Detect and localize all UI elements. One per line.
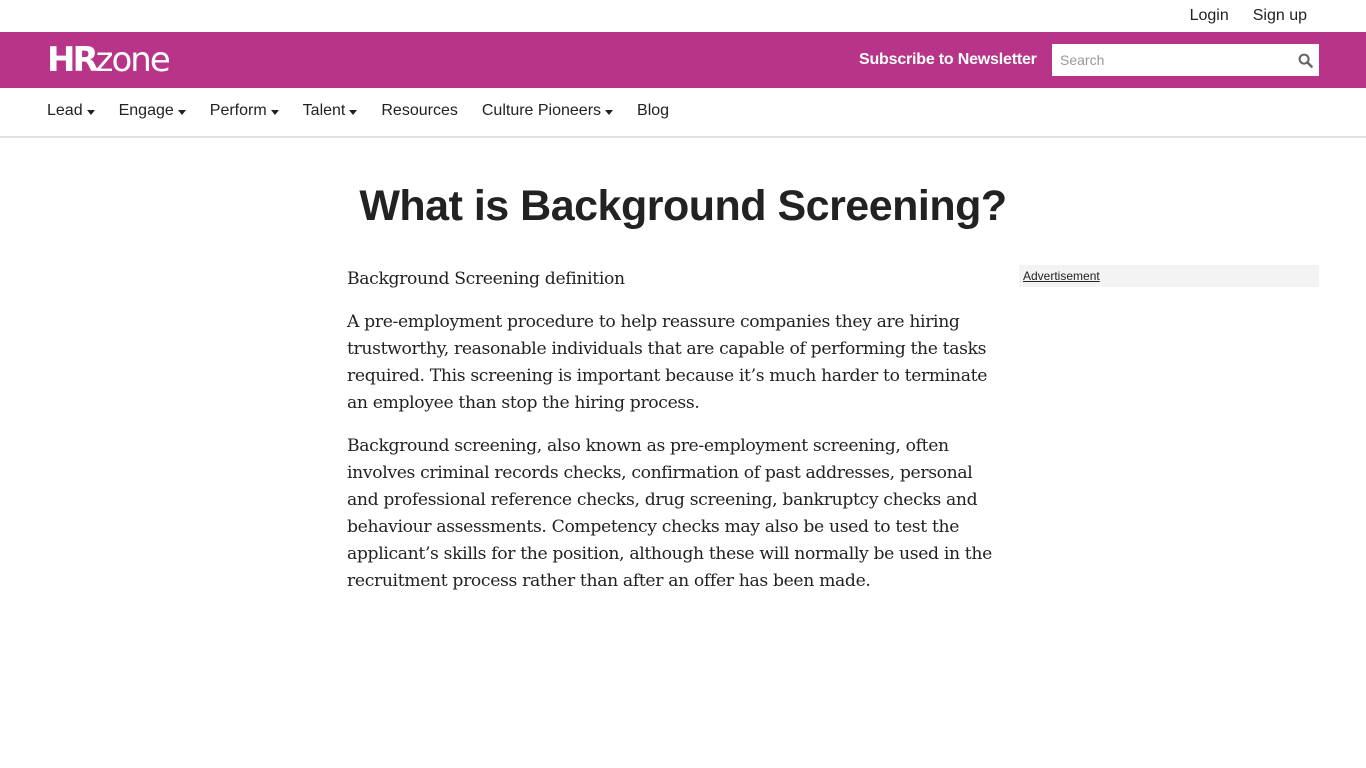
- account-links: Login Sign up: [1190, 7, 1307, 25]
- top-utility-bar: Login Sign up: [0, 0, 1366, 32]
- nav-item-perform[interactable]: Perform: [210, 102, 279, 120]
- search-icon[interactable]: [1291, 44, 1319, 76]
- nav-label: Lead: [47, 102, 83, 119]
- article-paragraph: Background screening, also known as pre-…: [347, 436, 992, 591]
- caret-down-icon: [86, 109, 95, 115]
- nav-item-blog[interactable]: Blog: [637, 102, 669, 120]
- advertisement-label[interactable]: Advertisement: [1023, 269, 1100, 283]
- login-link[interactable]: Login: [1190, 7, 1229, 25]
- nav-item-lead[interactable]: Lead: [47, 102, 95, 120]
- nav-item-resources[interactable]: Resources: [381, 102, 457, 120]
- caret-down-icon: [270, 109, 279, 115]
- main-navigation: Lead Engage Perform Talent Resources Cul…: [0, 88, 1366, 138]
- search-input[interactable]: [1052, 44, 1291, 76]
- caret-down-icon: [605, 109, 614, 115]
- nav-item-culture-pioneers[interactable]: Culture Pioneers: [481, 102, 614, 120]
- caret-down-icon: [349, 109, 358, 115]
- article-body: Background Screening definition A pre-em…: [347, 266, 1007, 611]
- logo-hr: HR: [47, 40, 99, 80]
- search-box: [1052, 44, 1319, 76]
- nav-label: Culture Pioneers: [481, 102, 602, 119]
- caret-down-icon: [177, 109, 186, 115]
- logo-zone: zone: [95, 40, 171, 80]
- nav-label: Engage: [118, 102, 174, 119]
- hrzone-logo[interactable]: HRzone: [47, 40, 171, 80]
- article-paragraph: A pre-employment procedure to help reass…: [347, 312, 988, 413]
- nav-item-talent[interactable]: Talent: [303, 102, 358, 120]
- signup-link[interactable]: Sign up: [1253, 7, 1307, 25]
- nav-label: Perform: [209, 102, 267, 119]
- brand-header: HRzone Subscribe to Newsletter: [0, 32, 1366, 88]
- nav-label: Resources: [381, 102, 458, 119]
- subscribe-newsletter-link[interactable]: Subscribe to Newsletter: [859, 51, 1037, 69]
- nav-label: Blog: [637, 102, 670, 119]
- article-subtitle: Background Screening definition: [347, 269, 625, 289]
- advertisement-slot: Advertisement: [1019, 265, 1319, 287]
- nav-label: Talent: [302, 102, 346, 119]
- nav-item-engage[interactable]: Engage: [119, 102, 186, 120]
- page-title: What is Background Screening?: [359, 182, 1007, 230]
